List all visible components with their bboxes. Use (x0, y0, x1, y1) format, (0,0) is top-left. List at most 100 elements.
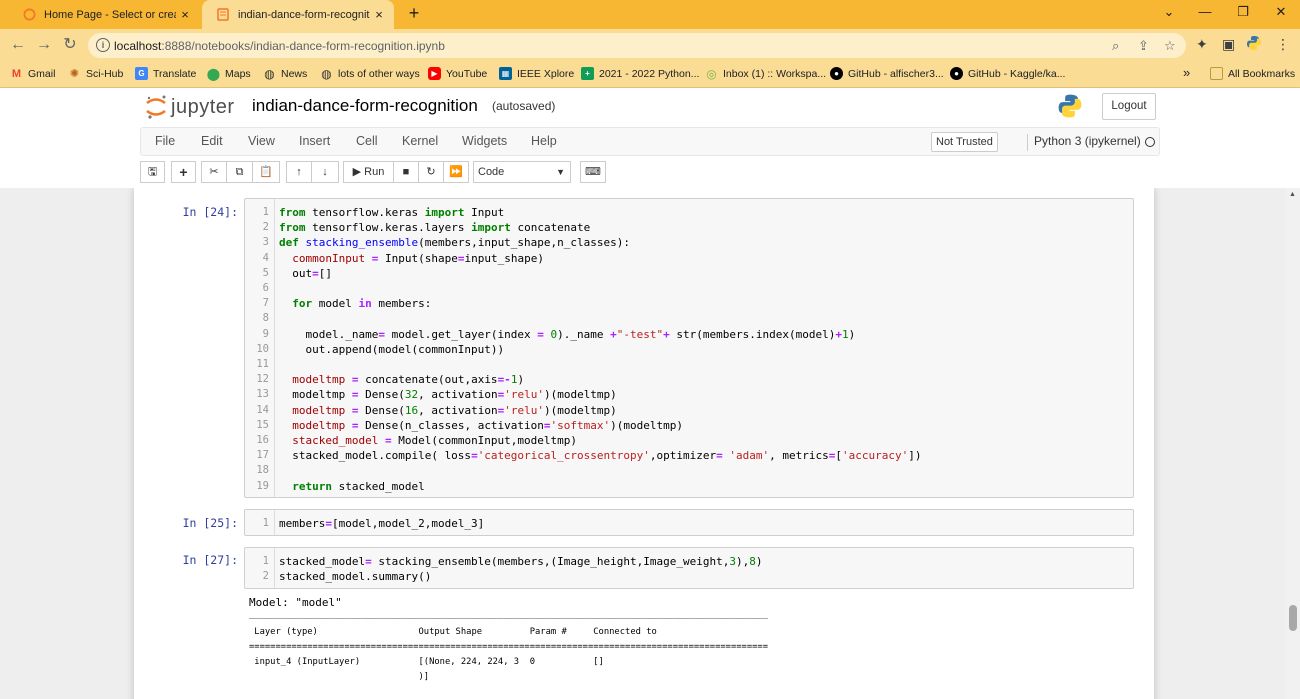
code-line[interactable]: members=[model,model_2,model_3] (279, 517, 484, 530)
menu-help[interactable]: Help (531, 134, 557, 148)
notebook-name[interactable]: indian-dance-form-recognition (252, 96, 478, 116)
bookmark-github-kaggle[interactable]: ● GitHub - Kaggle/ka... (950, 67, 1065, 80)
code-line[interactable]: stacked_model= stacking_ensemble(members… (279, 555, 762, 568)
cell-prompt: In [25]: (182, 516, 238, 530)
side-panel-icon[interactable]: ▣ (1222, 36, 1235, 53)
bookmark-news[interactable]: ◍ News (263, 67, 307, 81)
scroll-up-arrow-icon[interactable]: ▲ (1289, 191, 1296, 198)
bookmark-scihub[interactable]: ✺ Sci-Hub (68, 67, 123, 81)
line-number: 18 (256, 464, 269, 477)
menu-kernel[interactable]: Kernel (402, 134, 438, 148)
url-host: localhost (114, 38, 162, 53)
back-arrow-icon[interactable]: ← (8, 35, 28, 55)
jupyter-logo[interactable]: jupyter (145, 94, 240, 120)
not-trusted-button[interactable]: Not Trusted (931, 132, 998, 152)
all-bookmarks-folder[interactable]: All Bookmarks (1210, 67, 1295, 80)
code-line[interactable]: commonInput = Input(shape=input_shape) (279, 252, 544, 265)
code-line[interactable]: for model in members: (279, 297, 431, 310)
cell-type-select[interactable]: Code ▼ (473, 161, 571, 183)
extensions-puzzle-icon[interactable]: ✦ (1196, 36, 1208, 53)
output-header: Layer (type) Output Shape Param # Connec… (249, 627, 769, 637)
move-up-arrow-icon[interactable]: ↑ (286, 161, 312, 183)
address-bar[interactable]: i localhost:8888/notebooks/indian-dance-… (88, 33, 1186, 58)
keyboard-icon[interactable]: ⌨ (580, 161, 606, 183)
tab-notebook[interactable]: indian-dance-form-recognition × (202, 0, 394, 29)
bookmark-youtube[interactable]: ▶ YouTube (428, 67, 487, 80)
code-cell[interactable]: 1 from tensorflow.keras import Input 2 from… (244, 198, 1134, 498)
tab-close-icon[interactable]: × (176, 7, 194, 22)
python-extension-icon[interactable] (1246, 35, 1262, 54)
code-line[interactable]: modeltmp = Dense(16, activation='relu')(… (279, 404, 617, 417)
restore-button[interactable]: ❐ (1228, 4, 1258, 20)
insert-cell-plus-icon[interactable]: + (171, 161, 196, 183)
bookmarks-overflow-chevron-icon[interactable]: » (1183, 65, 1190, 80)
code-line[interactable]: model._name= model.get_layer(index = 0).… (279, 328, 855, 341)
bookmark-gmail[interactable]: M Gmail (10, 67, 56, 80)
bookmark-ieee[interactable]: ▦ IEEE Xplore (499, 67, 574, 80)
tab-home-page[interactable]: Home Page - Select or create a n × (8, 0, 200, 29)
notebook-container: In [24]: 1 from tensorflow.keras import I… (0, 188, 1300, 699)
code-line[interactable]: stacked_model = Model(commonInput,modelt… (279, 434, 577, 447)
move-down-arrow-icon[interactable]: ↓ (311, 161, 339, 183)
code-line[interactable]: modeltmp = Dense(n_classes, activation='… (279, 419, 683, 432)
code-line[interactable]: from tensorflow.keras import Input (279, 206, 504, 219)
cut-scissors-icon[interactable]: ✂ (201, 161, 227, 183)
bookmark-maps[interactable]: ⬤ Maps (207, 67, 251, 81)
output-row: )] (249, 672, 769, 682)
cell-type-value: Code (478, 166, 505, 178)
code-line[interactable]: modeltmp = Dense(32, activation='relu')(… (279, 388, 617, 401)
code-line[interactable]: stacked_model.compile( loss='categorical… (279, 449, 921, 462)
globe-icon: ◍ (321, 66, 332, 81)
code-line[interactable]: def stacking_ensemble(members,input_shap… (279, 236, 630, 249)
code-line[interactable]: out=[] (279, 267, 332, 280)
logout-button[interactable]: Logout (1102, 93, 1156, 120)
notebook-toolbar: 🖫 + ✂ ⧉ 📋 ↑ ↓ ▶ Run ■ ↻ ⏩ Code ▼ ⌨ (140, 161, 620, 185)
tab-search-chevron-icon[interactable]: ⌄ (1154, 4, 1184, 20)
code-line[interactable]: out.append(model(commonInput)) (279, 343, 504, 356)
bookmark-inbox[interactable]: ◎ Inbox (1) :: Workspa... (705, 66, 826, 81)
bookmark-label: Translate (153, 67, 197, 80)
kernel-name[interactable]: Python 3 (ipykernel) (1027, 134, 1141, 151)
menu-view[interactable]: View (248, 134, 275, 148)
menu-file[interactable]: File (155, 134, 175, 148)
reload-icon[interactable]: ↻ (60, 35, 80, 55)
bookmark-star-icon[interactable]: ☆ (1164, 38, 1176, 54)
menu-widgets[interactable]: Widgets (462, 134, 507, 148)
save-icon[interactable]: 🖫 (140, 161, 165, 183)
more-menu-icon[interactable]: ⋮ (1276, 36, 1290, 53)
menu-cell[interactable]: Cell (356, 134, 378, 148)
bookmark-other-ways[interactable]: ◍ lots of other ways (320, 66, 419, 81)
bookmark-translate[interactable]: G Translate (135, 67, 196, 80)
tab-close-icon[interactable]: × (370, 7, 388, 22)
share-icon[interactable]: ⇪ (1138, 38, 1149, 54)
line-number: 17 (256, 449, 269, 462)
bookmark-github-alfischer[interactable]: ● GitHub - alfischer3... (830, 67, 944, 80)
bookmark-label: Maps (225, 67, 251, 80)
new-tab-button[interactable]: + (404, 3, 424, 25)
zoom-icon[interactable]: ⌕ (1112, 38, 1119, 54)
translate-icon: G (135, 67, 148, 80)
scrollbar-thumb[interactable] (1289, 605, 1297, 631)
page-scrollbar[interactable]: ▲ (1286, 188, 1300, 699)
github-icon: ● (950, 67, 963, 80)
paste-icon[interactable]: 📋 (252, 161, 280, 183)
forward-arrow-icon[interactable]: → (34, 35, 54, 55)
code-cell[interactable]: 1 stacked_model= stacking_ensemble(member… (244, 547, 1134, 589)
inbox-icon: ◎ (706, 66, 717, 81)
code-cell[interactable]: 1 members=[model,model_2,model_3] (244, 509, 1134, 536)
restart-icon[interactable]: ↻ (418, 161, 444, 183)
close-window-button[interactable]: ✕ (1266, 4, 1296, 20)
menu-insert[interactable]: Insert (299, 134, 330, 148)
code-line[interactable]: modeltmp = concatenate(out,axis=-1) (279, 373, 524, 386)
code-line[interactable]: stacked_model.summary() (279, 570, 431, 583)
fast-forward-icon[interactable]: ⏩ (443, 161, 469, 183)
minimize-button[interactable]: — (1190, 4, 1220, 19)
site-info-icon[interactable]: i (96, 38, 110, 52)
code-line[interactable]: return stacked_model (279, 480, 424, 493)
copy-icon[interactable]: ⧉ (226, 161, 253, 183)
stop-square-icon[interactable]: ■ (393, 161, 419, 183)
run-button[interactable]: ▶ Run (343, 161, 394, 183)
code-line[interactable]: from tensorflow.keras.layers import conc… (279, 221, 590, 234)
menu-edit[interactable]: Edit (201, 134, 223, 148)
bookmark-sheets[interactable]: +2021 - 2022 Python... (581, 67, 699, 80)
